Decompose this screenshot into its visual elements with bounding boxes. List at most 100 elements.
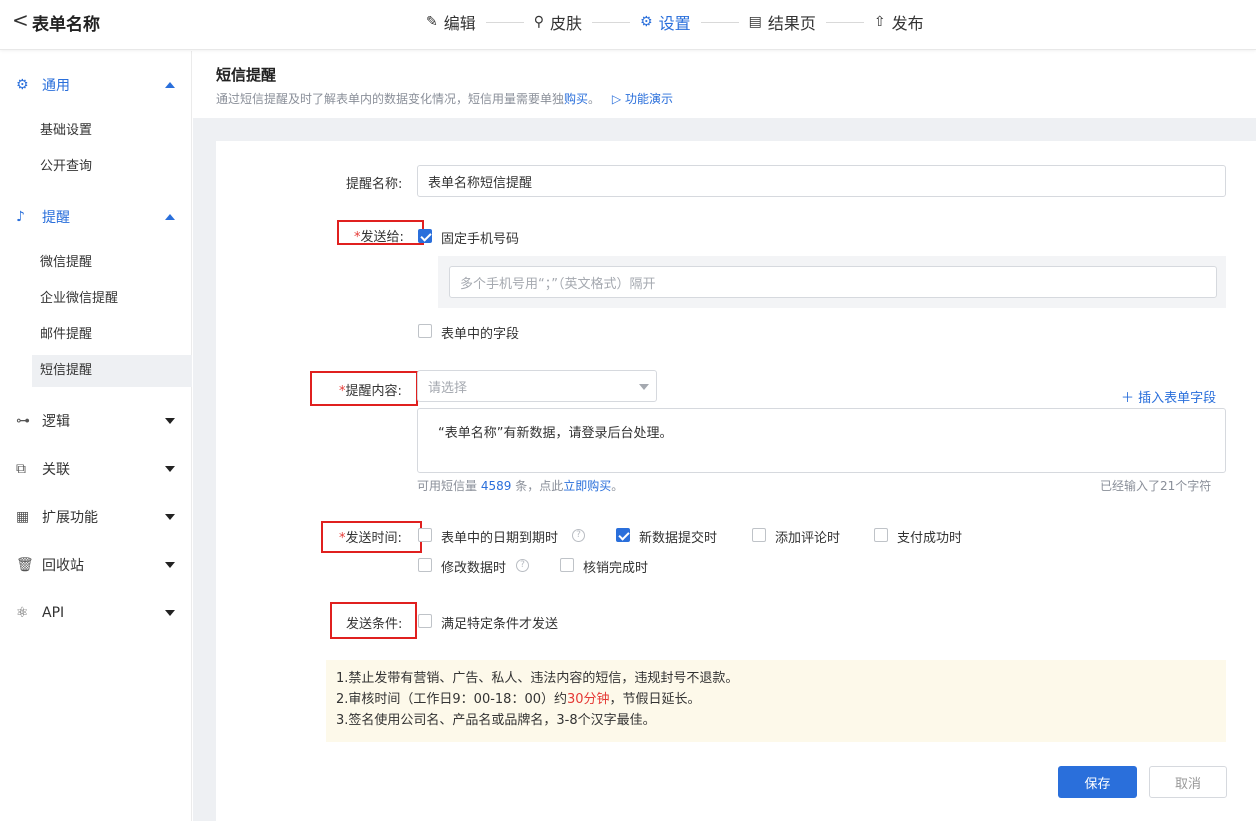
document-icon: ▤	[748, 14, 762, 30]
sidebar-item-sms-reminder[interactable]: 短信提醒	[32, 355, 192, 387]
step-result-page[interactable]: ▤ 结果页	[749, 10, 816, 34]
notice-line: 2.审核时间（工作日9：00-18：00）约30分钟，节假日延长。	[336, 692, 701, 707]
chevron-down-icon	[165, 610, 175, 616]
play-icon: ▷	[611, 92, 622, 106]
step-label: 编辑	[443, 14, 476, 33]
step-label: 设置	[658, 14, 691, 33]
help-icon[interactable]: ?	[516, 559, 529, 572]
step-edit[interactable]: ✎ 编辑	[426, 10, 476, 34]
step-skin[interactable]: ⚲ 皮肤	[534, 10, 582, 34]
phone-numbers-input[interactable]: 多个手机号用“；”（英文格式）隔开	[449, 266, 1217, 298]
brush-icon: ⚲	[533, 14, 545, 30]
sidebar-group-label: 逻辑	[42, 414, 70, 430]
option-label: 新数据提交时	[639, 531, 718, 546]
description-text: 通过短信提醒及时了解表单内的数据变化情况，短信用量需要单独	[216, 92, 565, 106]
reminder-name-input[interactable]: 表单名称短信提醒	[417, 165, 1226, 197]
step-settings[interactable]: ⚙ 设置	[640, 10, 691, 34]
sidebar-group-label: API	[42, 605, 65, 621]
buy-now-link[interactable]: 立即购买	[563, 479, 611, 493]
sidebar-item-public-query[interactable]: 公开查询	[32, 151, 192, 183]
step-divider	[700, 21, 739, 23]
new-data-checkbox[interactable]	[616, 528, 630, 542]
back-arrow-icon[interactable]: <	[12, 8, 29, 32]
option-label: 支付成功时	[897, 531, 963, 546]
step-label: 发布	[891, 14, 924, 33]
chevron-down-icon	[165, 418, 175, 424]
logic-icon: ⊶	[16, 413, 30, 429]
sidebar-group-label: 回收站	[42, 558, 84, 574]
send-to-label: *发送给:	[354, 230, 404, 245]
sidebar-group-reminder[interactable]: ♪ 提醒	[0, 199, 192, 235]
page-header: 短信提醒 通过短信提醒及时了解表单内的数据变化情况，短信用量需要单独购买。 ▷ …	[193, 51, 1256, 118]
chevron-up-icon	[165, 82, 175, 88]
char-count: 已经输入了21个字符	[1100, 479, 1212, 493]
notice-line: 3.签名使用公司名、产品名或品牌名，3-8个汉字最佳。	[336, 713, 656, 728]
sidebar-item-email-reminder[interactable]: 邮件提醒	[32, 319, 192, 351]
trash-icon: 🗑	[16, 557, 34, 573]
content-textarea[interactable]: “表单名称”有新数据，请登录后台处理。	[417, 408, 1226, 473]
page-title: 短信提醒	[216, 66, 277, 84]
feature-demo-link[interactable]: 功能演示	[625, 92, 673, 106]
plus-icon: ＋	[1121, 391, 1135, 406]
step-publish[interactable]: ⇧ 发布	[874, 10, 924, 34]
sidebar-item-wecom-reminder[interactable]: 企业微信提醒	[32, 283, 192, 315]
insert-field-link[interactable]: ＋ 插入表单字段	[1121, 387, 1216, 406]
condition-option-label: 满足特定条件才发送	[441, 617, 559, 632]
content-select[interactable]: 请选择	[417, 370, 657, 402]
form-field-checkbox[interactable]	[418, 324, 432, 338]
chevron-up-icon	[165, 214, 175, 220]
description-end: 。	[588, 92, 601, 106]
payment-success-checkbox[interactable]	[874, 528, 888, 542]
notice-line: 1.禁止发带有营销、广告、私人、违法内容的短信，违规封号不退款。	[336, 671, 739, 686]
option-label: 添加评论时	[775, 531, 841, 546]
option-label: 核销完成时	[583, 561, 649, 576]
page-description: 通过短信提醒及时了解表单内的数据变化情况，短信用量需要单独购买。 ▷ 功能演示	[216, 90, 673, 107]
sidebar-item-wechat-reminder[interactable]: 微信提醒	[32, 247, 192, 279]
sidebar-group-label: 提醒	[42, 210, 70, 226]
form-field-label: 表单中的字段	[441, 327, 520, 342]
chevron-down-icon	[639, 384, 649, 390]
notice-box: 1.禁止发带有营销、广告、私人、违法内容的短信，违规封号不退款。 2.审核时间（…	[326, 660, 1226, 742]
content-label: *提醒内容:	[339, 384, 402, 399]
date-expiry-checkbox[interactable]	[418, 528, 432, 542]
step-nav: ✎ 编辑 ⚲ 皮肤 ⚙ 设置 ▤ 结果页 ⇧ 发布	[426, 10, 924, 34]
publish-icon: ⇧	[873, 14, 886, 30]
step-divider	[485, 21, 524, 23]
sidebar-item-basic-settings[interactable]: 基础设置	[32, 115, 192, 147]
fixed-phone-label: 固定手机号码	[441, 232, 520, 247]
send-condition-label: 发送条件:	[346, 617, 403, 632]
buy-link[interactable]: 购买	[564, 92, 588, 106]
sidebar-group-label: 通用	[42, 78, 70, 94]
sms-quota-text: 可用短信量 4589 条，点此立即购买。	[417, 479, 624, 493]
top-bar: < 表单名称 ✎ 编辑 ⚲ 皮肤 ⚙ 设置 ▤ 结果页 ⇧ 发布	[0, 0, 1256, 50]
fixed-phone-checkbox[interactable]	[418, 229, 432, 243]
cancel-button[interactable]: 取消	[1149, 766, 1227, 798]
help-icon[interactable]: ?	[572, 529, 585, 542]
step-label: 结果页	[767, 14, 816, 33]
step-divider	[825, 21, 864, 23]
sidebar-group-api[interactable]: ⚛ API	[0, 595, 192, 631]
sidebar-group-label: 关联	[42, 462, 70, 478]
modify-data-checkbox[interactable]	[418, 558, 432, 572]
add-comment-checkbox[interactable]	[752, 528, 766, 542]
chevron-down-icon	[165, 562, 175, 568]
sidebar-group-extensions[interactable]: ▦ 扩展功能	[0, 499, 192, 535]
sidebar: ⚙ 通用 基础设置 公开查询 ♪ 提醒 微信提醒 企业微信提醒 邮件提醒 短信提…	[0, 51, 192, 821]
step-label: 皮肤	[550, 14, 583, 33]
api-icon: ⚛	[16, 605, 29, 621]
condition-checkbox[interactable]	[418, 614, 432, 628]
sidebar-group-logic[interactable]: ⊶ 逻辑	[0, 403, 192, 439]
reminder-name-label: 提醒名称:	[346, 177, 403, 192]
send-time-label: *发送时间:	[339, 531, 402, 546]
grid-icon: ▦	[16, 509, 30, 525]
chevron-down-icon	[165, 514, 175, 520]
save-button[interactable]: 保存	[1058, 766, 1137, 798]
sidebar-group-general[interactable]: ⚙ 通用	[0, 67, 192, 103]
option-label: 修改数据时	[441, 561, 507, 576]
option-label: 表单中的日期到期时	[441, 531, 559, 546]
verify-complete-checkbox[interactable]	[560, 558, 574, 572]
sidebar-group-association[interactable]: ⧉ 关联	[0, 451, 192, 487]
sidebar-group-recycle-bin[interactable]: 🗑 回收站	[0, 547, 192, 583]
chevron-down-icon	[165, 466, 175, 472]
step-divider	[592, 21, 631, 23]
